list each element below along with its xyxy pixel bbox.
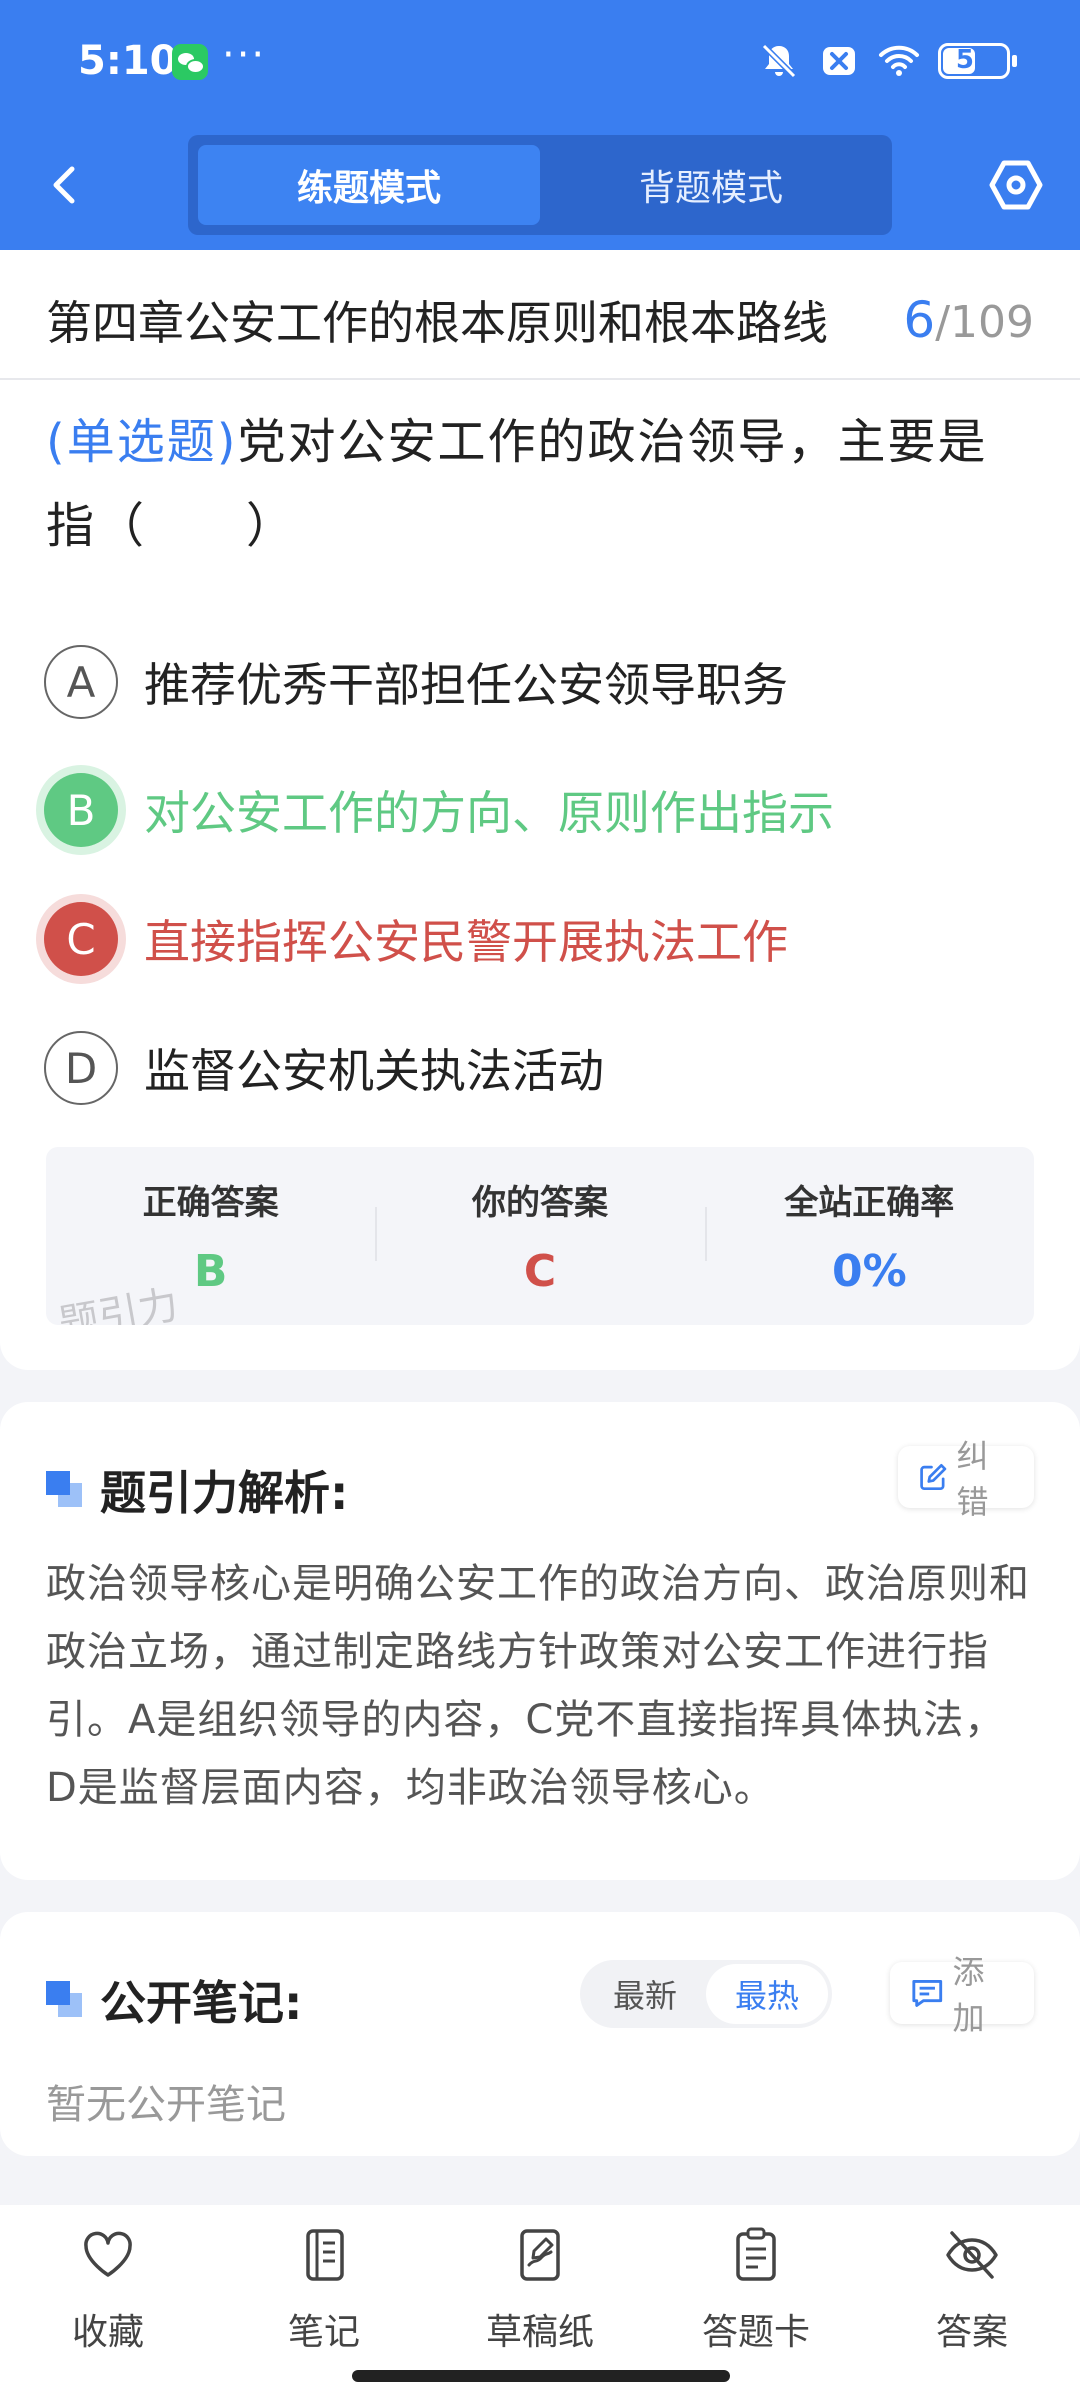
nav-bar: 练题模式 背题模式 [0, 125, 1080, 250]
option-text: 对公安工作的方向、原则作出指示 [144, 786, 834, 840]
your-answer-block: 你的答案 C [375, 1147, 704, 1325]
tab-practice-mode[interactable]: 练题模式 [198, 145, 540, 225]
option-text: 监督公安机关执法活动 [144, 1044, 604, 1098]
question-stem: (单选题)党对公安工作的政治领导，主要是指（ ） [46, 400, 1036, 568]
correct-answer-value: B [193, 1246, 228, 1297]
notebook-icon [306, 2229, 344, 2281]
report-error-button[interactable]: 纠错 [898, 1437, 1034, 1521]
add-note-label: 添加 [952, 1953, 985, 2037]
answer-card-icon [736, 2227, 776, 2281]
report-error-label: 纠错 [956, 1437, 989, 1521]
your-answer-label: 你的答案 [471, 1183, 608, 1223]
option-letter: B [44, 773, 118, 847]
draft-paper-button[interactable]: 草稿纸 [460, 2225, 620, 2355]
draft-icon [520, 2229, 560, 2281]
notes-sort-toggle: 最新 最热 [580, 1960, 832, 2028]
home-indicator[interactable] [352, 2370, 730, 2382]
option-c[interactable]: C 直接指挥公安民警开展执法工作 [44, 899, 788, 979]
answer-summary: 正确答案 B 题引力 你的答案 C 全站正确率 0% [46, 1147, 1034, 1325]
question-card: 第四章公安工作的根本原则和根本路线 6/109 (单选题)党对公安工作的政治领导… [0, 250, 1080, 1370]
option-letter: C [44, 902, 118, 976]
draft-paper-label: 草稿纸 [485, 2312, 594, 2353]
heart-icon [84, 2231, 132, 2277]
back-arrow-icon[interactable] [40, 155, 90, 215]
no-sim-icon [823, 47, 855, 75]
comment-icon [912, 1980, 943, 2007]
total-question-count: /109 [935, 297, 1034, 348]
status-time: 5:10 [78, 38, 178, 84]
question-type: (单选题) [46, 414, 238, 470]
accuracy-value: 0% [831, 1246, 907, 1297]
settings-hexagon-icon[interactable] [988, 155, 1044, 215]
option-d[interactable]: D 监督公安机关执法活动 [44, 1028, 604, 1108]
eye-off-icon [946, 2231, 998, 2279]
more-notifications-icon: ··· [222, 32, 267, 78]
tab-memorize-mode[interactable]: 背题模式 [540, 145, 882, 225]
show-answer-button[interactable]: 答案 [892, 2225, 1052, 2355]
sort-latest[interactable]: 最新 [584, 1964, 706, 2024]
divider [0, 378, 1080, 380]
current-question-number: 6 [903, 291, 936, 349]
option-letter: A [44, 645, 118, 719]
empty-notes-text: 暂无公开笔记 [46, 2082, 286, 2128]
mute-bell-icon [761, 43, 797, 79]
battery-icon: 54 [938, 43, 1017, 79]
accuracy-label: 全站正确率 [784, 1183, 955, 1223]
option-b[interactable]: B 对公安工作的方向、原则作出指示 [44, 770, 834, 850]
show-answer-label: 答案 [935, 2312, 1008, 2353]
analysis-card: 题引力解析: 纠错 政治领导核心是明确公安工作的政治方向、政治原则和政治立场，通… [0, 1402, 1080, 1880]
question-progress: 6/109 [903, 291, 1034, 349]
wifi-icon [879, 45, 919, 76]
option-letter: D [44, 1031, 118, 1105]
accuracy-block: 全站正确率 0% [704, 1147, 1034, 1325]
public-notes-card: 公开笔记: 最新 最热 添加 暂无公开笔记 [0, 1912, 1080, 2156]
sort-hot[interactable]: 最热 [706, 1964, 828, 2024]
notes-button[interactable]: 笔记 [244, 2225, 404, 2355]
status-bar: 5:10 ··· 54 [0, 0, 1080, 125]
app-header: 5:10 ··· 54 练题模式 背题模式 [0, 0, 1080, 250]
option-text: 推荐优秀干部担任公安领导职务 [144, 658, 788, 712]
favorite-label: 收藏 [71, 2312, 144, 2353]
battery-percent: 54 [955, 45, 993, 75]
your-answer-value: C [523, 1246, 557, 1297]
watermark: 题引力 [55, 1281, 182, 1325]
correct-answer-block: 正确答案 B 题引力 [46, 1147, 375, 1325]
favorite-button[interactable]: 收藏 [28, 2225, 188, 2355]
bottom-toolbar: 收藏 笔记 草稿纸 答题卡 答案 [0, 2205, 1080, 2400]
section-squares-icon [46, 1981, 84, 2019]
answer-card-label: 答题卡 [701, 2312, 810, 2353]
wechat-icon [172, 44, 208, 80]
notes-label: 笔记 [287, 2312, 360, 2353]
chapter-title: 第四章公安工作的根本原则和根本路线 [46, 296, 828, 350]
option-a[interactable]: A 推荐优秀干部担任公安领导职务 [44, 642, 788, 722]
analysis-text: 政治领导核心是明确公安工作的政治方向、政治原则和政治立场，通过制定路线方针政策对… [46, 1561, 1030, 1811]
option-text: 直接指挥公安民警开展执法工作 [144, 915, 788, 969]
answer-card-button[interactable]: 答题卡 [676, 2225, 836, 2355]
notes-title: 公开笔记: [100, 1976, 303, 2030]
mode-switch: 练题模式 背题模式 [188, 135, 892, 235]
correct-answer-label: 正确答案 [142, 1183, 279, 1223]
section-squares-icon [46, 1471, 84, 1509]
analysis-title: 题引力解析: [100, 1466, 349, 1520]
edit-icon [920, 1463, 947, 1491]
add-note-button[interactable]: 添加 [890, 1953, 1034, 2037]
